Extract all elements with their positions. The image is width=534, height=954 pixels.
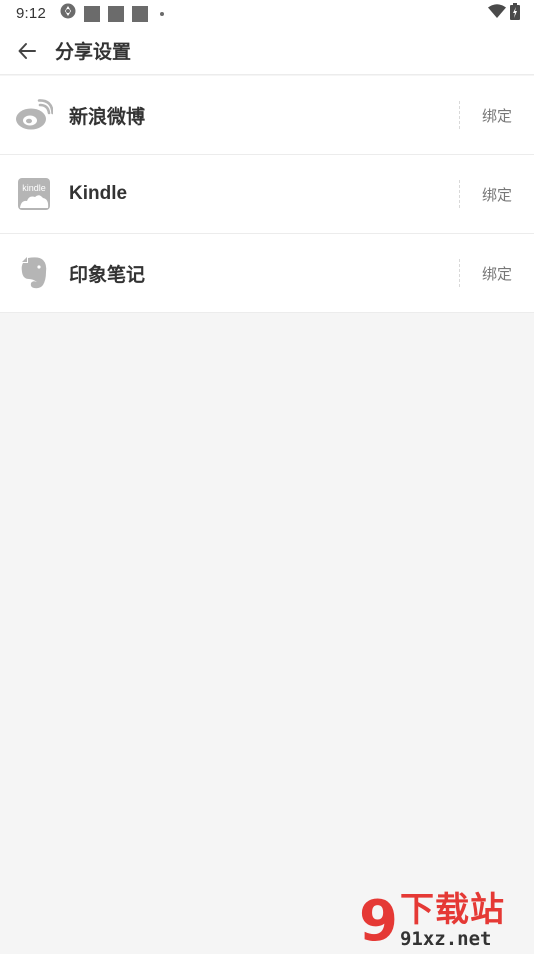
bind-button[interactable]: 绑定: [482, 234, 512, 312]
app-square-icon: [84, 5, 100, 22]
battery-icon: [510, 2, 520, 25]
back-button[interactable]: [16, 40, 38, 62]
weibo-icon: [14, 95, 54, 135]
status-time: 9:12: [16, 5, 46, 22]
kindle-icon: kindle: [14, 174, 54, 214]
service-name: Kindle: [69, 183, 128, 204]
dot-icon: [160, 11, 164, 16]
watermark-number: 9: [359, 889, 398, 954]
status-right-icons: [488, 2, 520, 25]
watermark-logo: 9 下载站 91xz.net: [359, 888, 534, 950]
evernote-icon: [14, 253, 54, 293]
status-bar: 9:12: [0, 0, 534, 27]
app-square-icon: [108, 5, 124, 22]
service-name: 新浪微博: [69, 106, 146, 128]
bind-button[interactable]: 绑定: [482, 155, 512, 233]
divider: [459, 101, 460, 129]
list-item-weibo[interactable]: 新浪微博 绑定: [0, 76, 534, 155]
back-arrow-icon: [18, 42, 36, 59]
notification-icons: [60, 3, 164, 24]
watermark-text-group: 下载站 91xz.net: [400, 892, 505, 950]
service-name: 印象笔记: [69, 264, 146, 286]
aperture-icon: [60, 3, 76, 24]
share-service-list: 新浪微博 绑定 kindle Kindle 绑定 印象笔记 绑定: [0, 76, 534, 313]
watermark-url: 91xz.net: [399, 928, 492, 950]
app-square-icon: [132, 5, 148, 22]
app-bar: 分享设置: [0, 27, 534, 75]
watermark-text: 下载站: [399, 891, 505, 929]
list-item-kindle[interactable]: kindle Kindle 绑定: [0, 155, 534, 234]
bind-button[interactable]: 绑定: [482, 76, 512, 154]
kindle-icon-text: kindle: [22, 183, 46, 193]
divider: [459, 259, 460, 287]
wifi-icon: [488, 4, 506, 23]
page-title: 分享设置: [55, 42, 132, 63]
divider: [459, 180, 460, 208]
list-item-evernote[interactable]: 印象笔记 绑定: [0, 234, 534, 313]
